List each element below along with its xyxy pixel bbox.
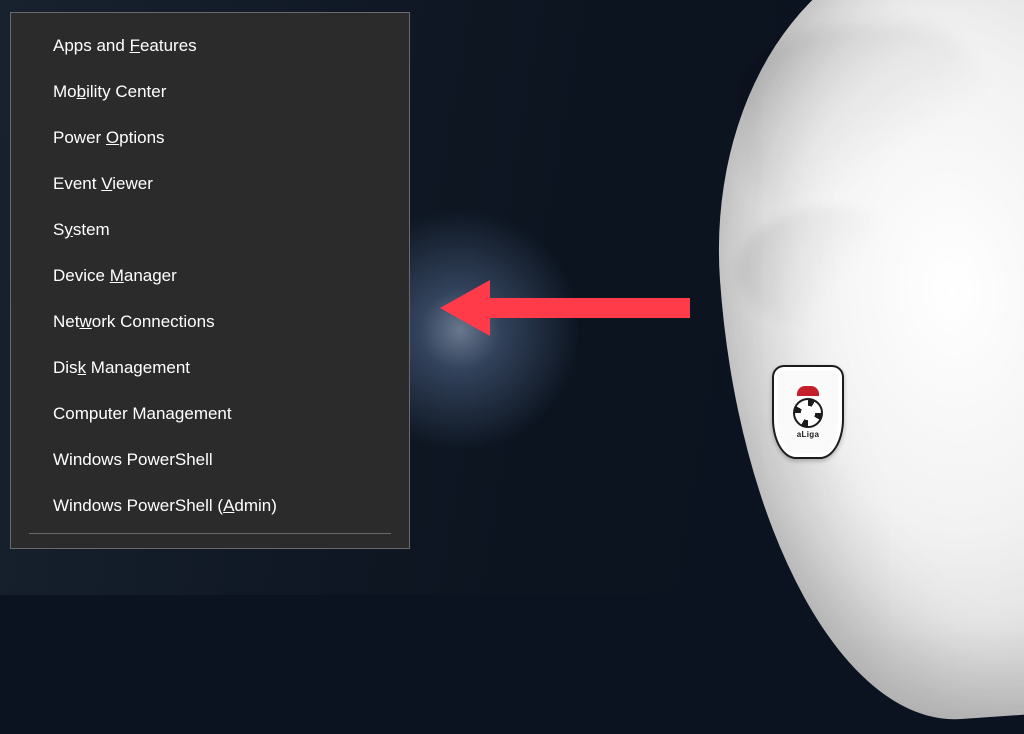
winx-menu: Apps and Features Mobility Center Power … (10, 12, 410, 549)
menu-item-windows-powershell[interactable]: Windows PowerShell (11, 437, 409, 483)
menu-item-label: Event Viewer (53, 174, 153, 193)
menu-item-label: Windows PowerShell (53, 450, 213, 469)
menu-separator (29, 533, 391, 534)
badge-text: aLiga (797, 430, 819, 439)
menu-item-label: Mobility Center (53, 82, 166, 101)
menu-item-device-manager[interactable]: Device Manager (11, 253, 409, 299)
menu-item-disk-management[interactable]: Disk Management (11, 345, 409, 391)
menu-item-event-viewer[interactable]: Event Viewer (11, 161, 409, 207)
sleeve-badge: aLiga (772, 365, 844, 459)
menu-item-label: Apps and Features (53, 36, 197, 55)
wallpaper-sleeve (697, 0, 1024, 734)
menu-item-mobility-center[interactable]: Mobility Center (11, 69, 409, 115)
menu-item-label: System (53, 220, 110, 239)
menu-item-label: Power Options (53, 128, 165, 147)
menu-item-power-options[interactable]: Power Options (11, 115, 409, 161)
menu-item-label: Windows PowerShell (Admin) (53, 496, 277, 515)
menu-item-label: Disk Management (53, 358, 190, 377)
menu-item-apps-and-features[interactable]: Apps and Features (11, 23, 409, 69)
menu-item-system[interactable]: System (11, 207, 409, 253)
menu-item-label: Device Manager (53, 266, 177, 285)
menu-item-label: Network Connections (53, 312, 215, 331)
menu-item-windows-powershell-admin[interactable]: Windows PowerShell (Admin) (11, 483, 409, 529)
menu-item-label: Computer Management (53, 404, 232, 423)
menu-item-computer-management[interactable]: Computer Management (11, 391, 409, 437)
menu-item-network-connections[interactable]: Network Connections (11, 299, 409, 345)
